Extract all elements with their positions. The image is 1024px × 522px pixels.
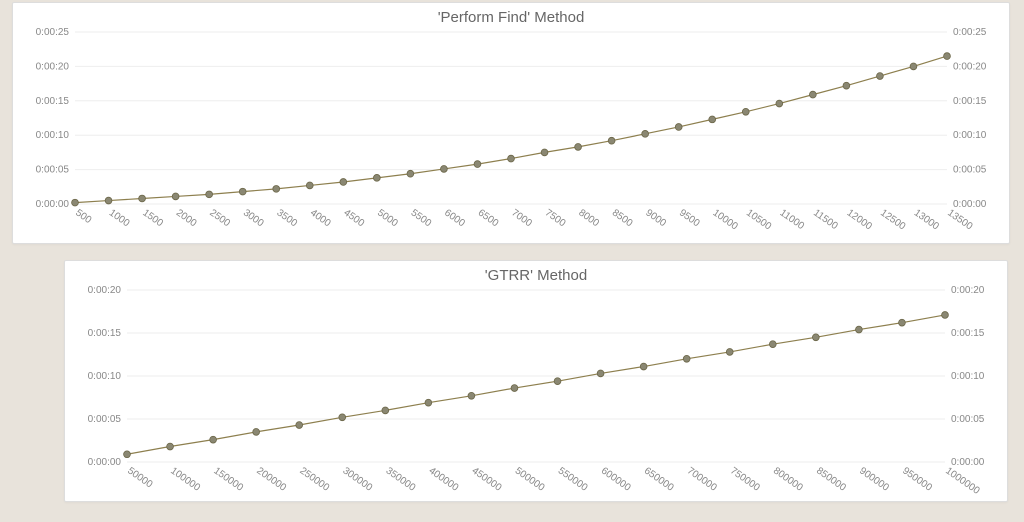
svg-text:13500: 13500 <box>945 207 974 232</box>
chart-title: 'GTRR' Method <box>65 261 1007 286</box>
svg-text:500: 500 <box>73 207 93 226</box>
svg-text:12000: 12000 <box>845 207 874 232</box>
svg-text:9500: 9500 <box>677 207 702 229</box>
plot-area: 0:00:00 0:00:00 0:00:05 0:00:05 0:00:10 0:00:… <box>13 28 1009 238</box>
svg-text:0:00:20: 0:00:20 <box>88 286 122 296</box>
svg-text:750000: 750000 <box>728 465 762 493</box>
svg-text:1000: 1000 <box>107 207 132 229</box>
svg-text:0:00:00: 0:00:00 <box>88 457 122 468</box>
svg-text:0:00:00: 0:00:00 <box>953 199 987 210</box>
svg-text:50000: 50000 <box>125 465 154 490</box>
svg-text:7500: 7500 <box>543 207 568 229</box>
plot-area: 0:00:00 0:00:00 0:00:05 0:00:05 0:00:10 0:00:… <box>65 286 1007 496</box>
svg-text:1500: 1500 <box>140 207 165 229</box>
svg-text:0:00:20: 0:00:20 <box>951 286 985 296</box>
svg-text:10500: 10500 <box>744 207 773 232</box>
svg-text:0:00:10: 0:00:10 <box>36 130 70 141</box>
svg-text:700000: 700000 <box>685 465 719 493</box>
svg-text:6000: 6000 <box>442 207 467 229</box>
svg-text:1000000: 1000000 <box>943 465 982 496</box>
chart-panel-gtrr: 'GTRR' Method 0:00:000:00:000:00:050:00:… <box>64 260 1008 502</box>
chart-title: 'Perform Find' Method <box>13 3 1009 28</box>
svg-text:12500: 12500 <box>878 207 907 232</box>
svg-text:500000: 500000 <box>513 465 547 493</box>
svg-text:200000: 200000 <box>254 465 288 493</box>
svg-text:0:00:15: 0:00:15 <box>36 96 70 107</box>
svg-text:10000: 10000 <box>711 207 740 232</box>
svg-text:0:00:15: 0:00:15 <box>951 328 985 339</box>
svg-text:450000: 450000 <box>470 465 504 493</box>
svg-text:11000: 11000 <box>778 207 807 232</box>
svg-text:0:00:05: 0:00:05 <box>953 165 987 176</box>
svg-text:650000: 650000 <box>642 465 676 493</box>
svg-text:850000: 850000 <box>814 465 848 493</box>
svg-text:100000: 100000 <box>168 465 202 493</box>
svg-text:2500: 2500 <box>207 207 232 229</box>
svg-text:9000: 9000 <box>643 207 668 229</box>
svg-text:3000: 3000 <box>241 207 266 229</box>
svg-text:3500: 3500 <box>275 207 300 229</box>
svg-text:0:00:10: 0:00:10 <box>953 130 987 141</box>
svg-text:0:00:15: 0:00:15 <box>88 328 122 339</box>
svg-text:0:00:20: 0:00:20 <box>953 61 987 72</box>
svg-text:350000: 350000 <box>384 465 418 493</box>
svg-text:900000: 900000 <box>857 465 891 493</box>
svg-text:6500: 6500 <box>476 207 501 229</box>
svg-text:4500: 4500 <box>342 207 367 229</box>
svg-text:0:00:05: 0:00:05 <box>36 165 70 176</box>
svg-text:0:00:00: 0:00:00 <box>36 199 70 210</box>
svg-text:400000: 400000 <box>427 465 461 493</box>
svg-text:7000: 7000 <box>509 207 534 229</box>
svg-text:0:00:05: 0:00:05 <box>88 414 122 425</box>
svg-text:0:00:00: 0:00:00 <box>951 457 985 468</box>
svg-text:0:00:15: 0:00:15 <box>953 96 987 107</box>
svg-text:0:00:10: 0:00:10 <box>88 371 122 382</box>
svg-text:150000: 150000 <box>211 465 245 493</box>
svg-text:0:00:20: 0:00:20 <box>36 61 70 72</box>
svg-text:8000: 8000 <box>576 207 601 229</box>
svg-text:950000: 950000 <box>900 465 934 493</box>
svg-text:11500: 11500 <box>811 207 840 232</box>
svg-text:0:00:25: 0:00:25 <box>36 28 70 38</box>
svg-text:0:00:05: 0:00:05 <box>951 414 985 425</box>
svg-text:0:00:25: 0:00:25 <box>953 28 987 38</box>
svg-text:5000: 5000 <box>375 207 400 229</box>
svg-text:0:00:10: 0:00:10 <box>951 371 985 382</box>
svg-text:4000: 4000 <box>308 207 333 229</box>
svg-text:250000: 250000 <box>297 465 331 493</box>
chart-panel-perform-find: 'Perform Find' Method 0:00:000:00:000:00… <box>12 2 1010 244</box>
svg-text:5500: 5500 <box>409 207 434 229</box>
svg-text:13000: 13000 <box>912 207 941 232</box>
svg-text:300000: 300000 <box>341 465 375 493</box>
svg-text:600000: 600000 <box>599 465 633 493</box>
svg-text:800000: 800000 <box>771 465 805 493</box>
svg-text:550000: 550000 <box>556 465 590 493</box>
svg-text:2000: 2000 <box>174 207 199 229</box>
svg-text:8500: 8500 <box>610 207 635 229</box>
